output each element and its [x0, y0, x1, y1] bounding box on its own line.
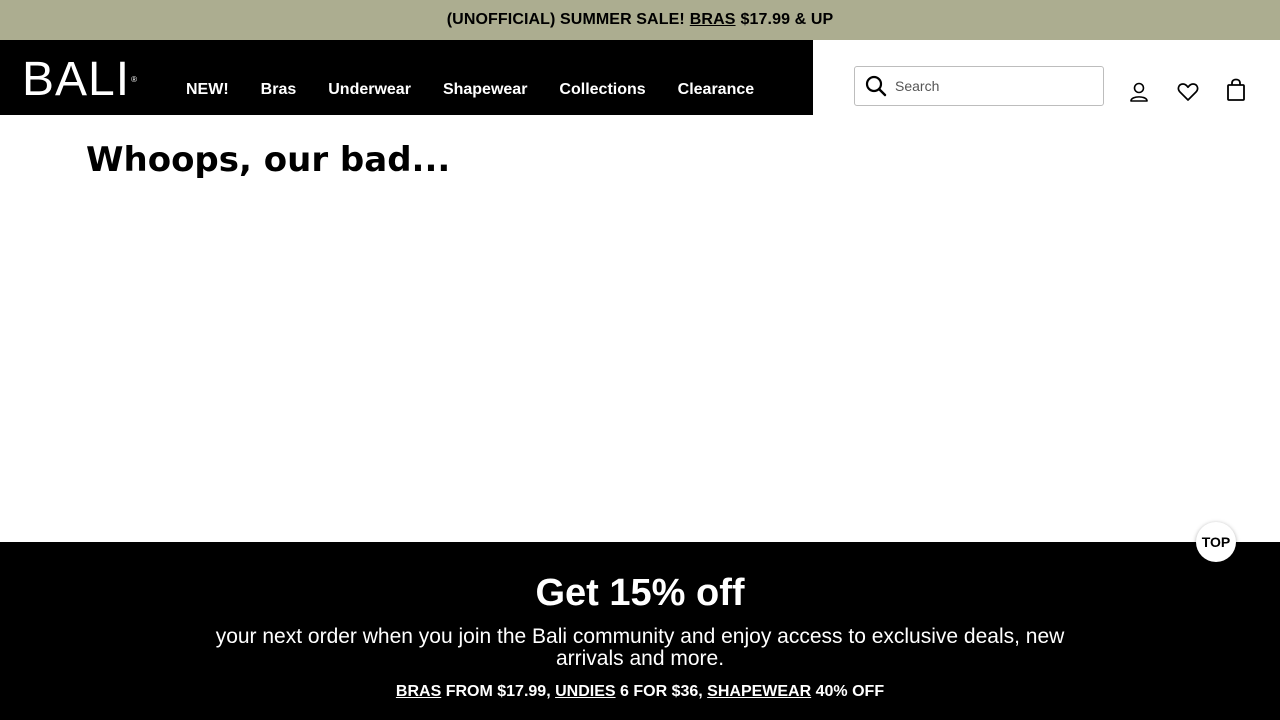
undies-deal-link[interactable]: UNDIES [555, 683, 615, 700]
user-icon[interactable] [1127, 80, 1151, 104]
promo-text: (UNOFFICIAL) SUMMER SALE! [446, 11, 685, 28]
nav-item-collections[interactable]: Collections [559, 81, 645, 99]
search-icon[interactable] [865, 75, 887, 97]
page-title: Whoops, our bad... [86, 140, 451, 180]
search-input[interactable] [895, 78, 1085, 94]
nav-item-clearance[interactable]: Clearance [678, 81, 755, 99]
undies-deal-text: 6 FOR $36, [620, 683, 703, 700]
bras-deal-text: FROM $17.99, [445, 683, 551, 700]
back-to-top-button[interactable]: TOP [1196, 522, 1236, 562]
nav-item-new[interactable]: NEW! [186, 81, 229, 99]
nav-menu: NEW! Bras Underwear Shapewear Collection… [186, 81, 786, 99]
shopping-bag-icon[interactable] [1224, 78, 1248, 102]
promo-banner: (UNOFFICIAL) SUMMER SALE! BRAS $17.99 & … [0, 0, 1280, 40]
registered-mark: ® [131, 75, 139, 84]
promo-subtext: your next order when you join the Bali c… [215, 625, 1065, 670]
shapewear-deal-link[interactable]: SHAPEWEAR [707, 683, 811, 700]
bras-deal-link[interactable]: BRAS [396, 683, 441, 700]
search-field[interactable] [854, 66, 1104, 106]
promo-bras-link[interactable]: BRAS [690, 11, 736, 29]
bali-logo[interactable]: BALI ® [22, 53, 137, 106]
shapewear-deal-text: 40% OFF [815, 683, 885, 700]
nav-item-underwear[interactable]: Underwear [328, 81, 411, 99]
heart-icon[interactable] [1176, 80, 1200, 104]
promo-price-text: $17.99 & UP [740, 11, 834, 28]
nav-item-shapewear[interactable]: Shapewear [443, 81, 527, 99]
logo-text: BALI [22, 53, 131, 106]
newsletter-promo: Get 15% off your next order when you joi… [0, 542, 1280, 720]
main-navigation-bar: BALI ® NEW! Bras Underwear Shapewear Coll… [0, 40, 813, 115]
nav-item-bras[interactable]: Bras [261, 81, 297, 99]
promo-deals: BRAS FROM $17.99, UNDIES 6 FOR $36, SHAP… [0, 683, 1280, 701]
promo-heading: Get 15% off [535, 572, 745, 614]
